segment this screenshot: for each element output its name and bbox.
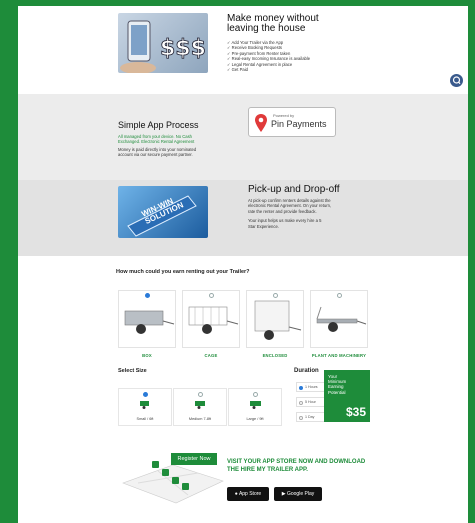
enclosed-trailer-image [254, 300, 302, 340]
win-win-image: WIN-WIN SOLUTION [118, 186, 208, 238]
duration-radio[interactable] [299, 415, 303, 420]
pin-icon [255, 114, 267, 132]
cta-headline: THE HIRE MY TRAILER APP. [227, 467, 308, 473]
trailer-radio[interactable] [209, 293, 214, 298]
trailer-label: PLANT AND MACHINERY [311, 353, 367, 358]
earning-potential-box: Your Minimum Earning Potential $35 [324, 370, 370, 422]
pickup-title: Pick-up and Drop-off [248, 184, 340, 195]
app-store-label: App Store [238, 491, 262, 497]
calculator-question: How much could you earn renting out your… [116, 269, 250, 275]
google-play-label: Google Play [286, 491, 315, 497]
hero-bullet: ✓ Get Paid [227, 67, 248, 73]
trailer-label: ENCLOSED [262, 353, 288, 358]
process-title: Simple App Process [118, 120, 199, 130]
google-play-button[interactable]: ▶ Google Play [274, 487, 322, 501]
size-label: Small / 6ft [136, 417, 154, 421]
process-green-line: Exchanged. Electronic Rental Agreement [118, 139, 195, 145]
pin-powered-label: Powered by [273, 113, 295, 118]
cage-trailer-image [188, 306, 239, 334]
page: $$$ Make money without leaving the house… [18, 6, 468, 523]
size-trailer-icon [250, 401, 261, 409]
hero-bullet: ✓ Real-easy Incoming Insurance is availa… [227, 56, 311, 62]
size-label: Medium 7-8ft [188, 417, 212, 421]
duration-option-label: 1 Hours [305, 385, 318, 389]
trailer-radio[interactable] [145, 293, 150, 298]
hero-title-line2: leaving the house [227, 23, 306, 34]
duration-option-label: 5 Hour [305, 400, 316, 404]
trailer-card-plant[interactable] [310, 290, 368, 348]
register-now-button[interactable]: Register Now [171, 453, 217, 465]
size-radio[interactable] [143, 392, 148, 397]
pickup-body-line: Star Experience. [248, 223, 279, 229]
box-trailer-image [124, 310, 175, 334]
select-size-label: Select Size [118, 368, 147, 374]
size-radio[interactable] [253, 392, 258, 397]
pickup-section: WIN-WIN SOLUTION Pick-up and Drop-off At… [18, 180, 468, 256]
pin-payments-badge[interactable]: Powered by Pin Payments [248, 107, 336, 137]
register-now-label: Register Now [177, 456, 211, 462]
trailer-label: CAGE [204, 353, 218, 358]
duration-radio[interactable] [299, 400, 303, 405]
svg-text:$$$: $$$ [160, 36, 206, 61]
size-label: Large / 9ft [246, 417, 264, 421]
size-trailer-icon [140, 401, 149, 409]
size-card-large[interactable]: Large / 9ft [228, 388, 282, 426]
trailer-label: BOX [142, 353, 152, 358]
process-body-line: account via our secure payment partner. [118, 152, 193, 158]
pin-brand-label: Pin Payments [271, 119, 327, 129]
duration-option-label: 1 Day [305, 415, 315, 419]
trailer-radio[interactable] [273, 293, 278, 298]
size-trailer-icon [195, 401, 205, 409]
duration-radio[interactable] [299, 385, 303, 390]
app-store-button[interactable]: ● App Store [227, 487, 269, 501]
pickup-body-line: rate the renter and provide feedback. [248, 208, 317, 214]
trailer-radio[interactable] [337, 293, 342, 298]
cta-headline: VISIT YOUR APP STORE NOW AND DOWNLOAD [227, 459, 366, 465]
earning-label: Potential [328, 389, 346, 395]
plant-trailer-image [316, 306, 367, 332]
trailer-card-box[interactable] [118, 290, 176, 348]
phone-money-image: $$$ [118, 13, 208, 73]
hero-bullet-list: ✓ Add Your Trailer via the App ✓ Receive… [227, 40, 319, 72]
duration-label: Duration [294, 368, 319, 374]
hero-section: $$$ Make money without leaving the house… [18, 6, 468, 94]
size-radio[interactable] [198, 392, 203, 397]
chat-icon [452, 76, 461, 85]
trailer-card-cage[interactable] [182, 290, 240, 348]
earning-value: $35 [345, 405, 366, 419]
size-card-medium[interactable]: Medium 7-8ft [173, 388, 227, 426]
chat-button[interactable] [450, 74, 463, 87]
trailer-card-enclosed[interactable] [246, 290, 304, 348]
size-card-small[interactable]: Small / 6ft [118, 388, 172, 426]
process-section: Simple App Process All managed from your… [18, 94, 468, 180]
